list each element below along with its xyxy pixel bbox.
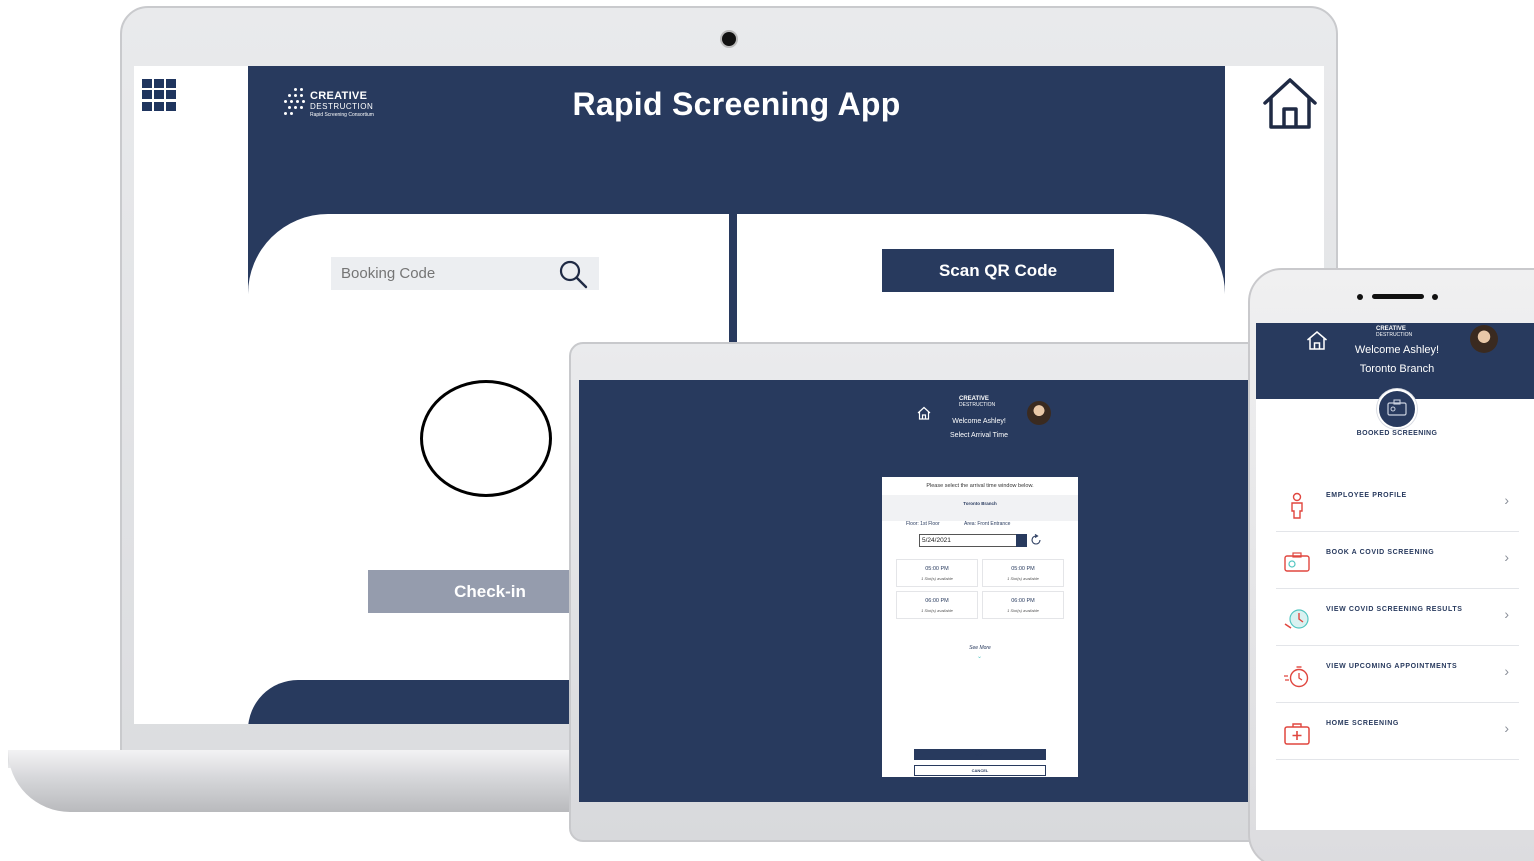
phone-sensor [1432, 294, 1438, 300]
menu-item-book-covid-screening[interactable]: BOOK A COVID SCREENING › [1276, 533, 1519, 589]
chevron-right-icon: › [1504, 720, 1509, 736]
menu-item-employee-profile[interactable]: EMPLOYEE PROFILE › [1276, 476, 1519, 532]
booked-screening-button[interactable] [1377, 389, 1417, 429]
chevron-right-icon: › [1504, 663, 1509, 679]
phone-camera [1357, 294, 1363, 300]
avatar[interactable] [1470, 325, 1498, 353]
logo-line-2: DESTRUCTION [1376, 332, 1413, 338]
arrival-time-panel: Please select the arrival time window be… [882, 477, 1078, 777]
menu-item-label: EMPLOYEE PROFILE [1326, 492, 1407, 499]
scan-qr-code-button[interactable]: Scan QR Code [882, 249, 1114, 292]
clock-icon [1284, 609, 1309, 629]
chevron-right-icon: › [1504, 492, 1509, 508]
branch-band [882, 495, 1078, 521]
search-icon[interactable] [557, 258, 589, 290]
menu-item-label: VIEW UPCOMING APPOINTMENTS [1326, 663, 1458, 670]
calendar-icon[interactable] [1016, 534, 1027, 547]
refresh-icon[interactable] [1030, 534, 1042, 546]
slot-time: 05:00 PM [925, 566, 949, 572]
home-icon[interactable] [1261, 76, 1319, 130]
creative-destruction-lab-logo: CREATIVE DESTRUCTION [1376, 326, 1412, 338]
menu-item-view-screening-results[interactable]: VIEW COVID SCREENING RESULTS › [1276, 590, 1519, 646]
floor-label: Floor: 1st Floor [906, 521, 940, 527]
instructions-text: Please select the arrival time window be… [926, 483, 1034, 489]
page-title: Rapid Screening App [572, 86, 901, 122]
booking-code-input[interactable] [341, 265, 557, 282]
menu-item-label: VIEW COVID SCREENING RESULTS [1326, 606, 1463, 613]
welcome-text: Welcome Ashley! [1354, 344, 1440, 356]
laptop-base [8, 750, 628, 812]
phone-speaker [1372, 294, 1424, 299]
chevron-right-icon: › [1504, 549, 1509, 565]
branch-name: Toronto Branch [1359, 363, 1435, 375]
slot-availability: 1 Slot(s) available [921, 576, 953, 581]
person-icon [1291, 492, 1303, 519]
slot-time: 06:00 PM [1011, 598, 1035, 604]
stopwatch-icon [1284, 666, 1309, 688]
slot-availability: 1 Slot(s) available [921, 608, 953, 613]
menu-item-label: BOOK A COVID SCREENING [1326, 549, 1435, 556]
time-slot[interactable]: 05:00 PM 1 Slot(s) available [896, 559, 978, 587]
menu-item-label: HOME SCREENING [1326, 720, 1399, 727]
webcam [722, 32, 736, 46]
see-more-link[interactable]: See More [882, 645, 1078, 651]
area-label: Area: Front Entrance [964, 521, 1011, 527]
first-aid-kit-icon [1284, 723, 1310, 745]
slot-time: 05:00 PM [1011, 566, 1035, 572]
menu-item-home-screening[interactable]: HOME SCREENING › [1276, 704, 1519, 760]
booking-code-search[interactable] [331, 257, 599, 290]
screen-subtitle: Select Arrival Time [950, 432, 1008, 439]
grid-icon[interactable] [142, 79, 176, 111]
time-slot[interactable]: 06:00 PM 1 Slot(s) available [896, 591, 978, 619]
slot-availability: 1 Slot(s) available [1007, 576, 1039, 581]
booked-screening-label: BOOKED SCREENING [1356, 430, 1438, 437]
date-picker-input[interactable]: 5/24/2021 [919, 534, 1017, 547]
slot-time: 06:00 PM [925, 598, 949, 604]
welcome-text: Welcome Ashley! [952, 418, 1006, 425]
id-card-icon [1387, 399, 1407, 416]
menu-item-view-upcoming-appointments[interactable]: VIEW UPCOMING APPOINTMENTS › [1276, 647, 1519, 703]
branch-name: Toronto Branch [963, 501, 997, 506]
photo-placeholder-circle [420, 380, 552, 497]
cancel-button[interactable]: CANCEL [914, 765, 1046, 776]
time-slot[interactable]: 05:00 PM 1 Slot(s) available [982, 559, 1064, 587]
tablet-screen: CREATIVE DESTRUCTION Welcome Ashley! Sel… [579, 380, 1259, 802]
creative-destruction-lab-logo: CREATIVE DESTRUCTION [959, 396, 995, 408]
chevron-down-icon[interactable]: ⌄ [977, 653, 982, 660]
phone-screen: CREATIVE DESTRUCTION Welcome Ashley! Tor… [1256, 323, 1534, 830]
phone-header: CREATIVE DESTRUCTION Welcome Ashley! Tor… [1256, 323, 1534, 399]
id-card-icon [1284, 552, 1310, 572]
logo-line-2: DESTRUCTION [959, 402, 996, 408]
slot-availability: 1 Slot(s) available [1007, 608, 1039, 613]
time-slot[interactable]: 06:00 PM 1 Slot(s) available [982, 591, 1064, 619]
next-button[interactable]: NEXT [914, 749, 1046, 760]
chevron-right-icon: › [1504, 606, 1509, 622]
